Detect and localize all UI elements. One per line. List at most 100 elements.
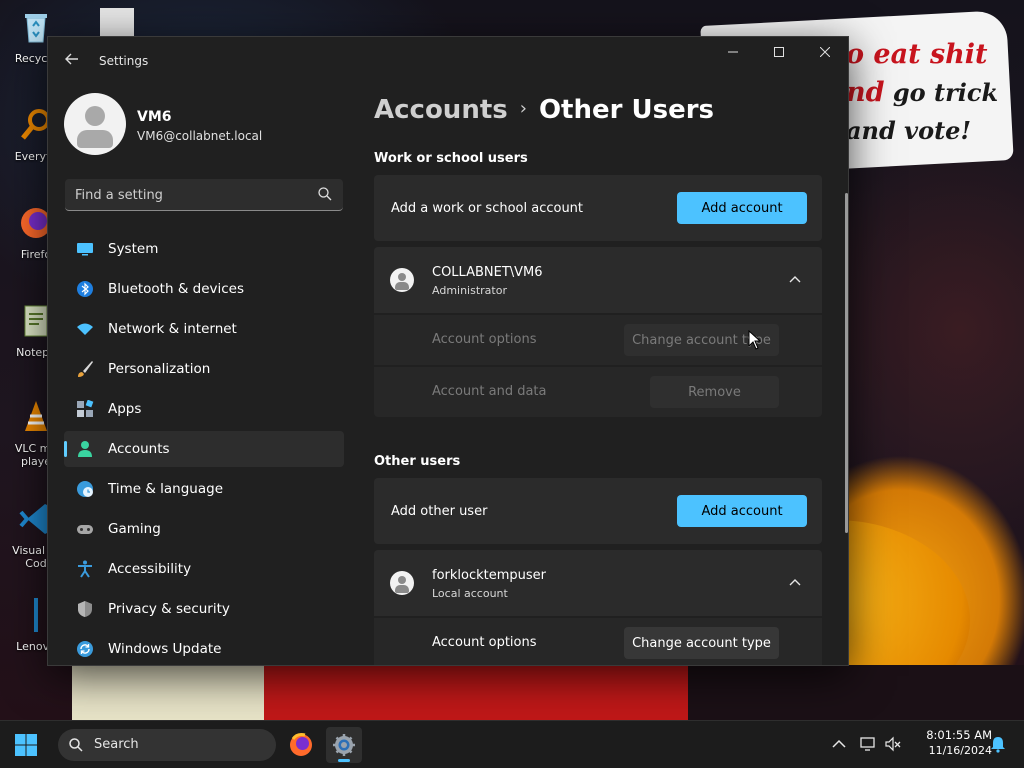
other-user-header[interactable]: forklocktempuser Local account <box>374 550 822 616</box>
add-other-user-card: Add other user Add account <box>374 478 822 544</box>
add-other-user-label: Add other user <box>391 504 488 519</box>
settings-window: Settings VM6 VM6@collabnet.local System … <box>47 36 849 666</box>
sidebar-item-label: Network & internet <box>108 321 237 337</box>
clock-time: 8:01:55 AM <box>926 728 992 742</box>
speaker-muted-icon[interactable] <box>884 735 902 753</box>
wallpaper-strip <box>264 665 688 720</box>
accessibility-icon <box>78 560 92 578</box>
title-bar[interactable]: Settings <box>48 37 848 85</box>
sidebar-item-label: Apps <box>108 401 142 417</box>
work-user-header[interactable]: COLLABNET\VM6 Administrator <box>374 247 822 313</box>
clock-date: 11/16/2024 <box>928 744 992 757</box>
page-title: Other Users <box>538 95 715 125</box>
wifi-icon <box>77 323 93 335</box>
breadcrumb: Accounts › Other Users <box>374 95 714 125</box>
sidebar-nav: System Bluetooth & devices Network & int… <box>64 231 344 665</box>
sidebar-item-accounts[interactable]: Accounts <box>64 431 344 467</box>
close-icon <box>819 46 831 58</box>
network-monitor-icon[interactable] <box>860 735 878 753</box>
minimize-icon <box>728 51 738 53</box>
sidebar-item-system[interactable]: System <box>64 231 344 267</box>
maximize-icon <box>774 47 784 57</box>
sidebar-item-label: Accounts <box>108 441 170 457</box>
add-work-account-label: Add a work or school account <box>391 201 584 216</box>
search-input[interactable] <box>75 185 305 205</box>
section-title-work-school: Work or school users <box>374 151 528 166</box>
taskbar-search[interactable]: Search <box>58 729 276 761</box>
wallpaper-note-text: o eat shit nd go trick and vote! <box>846 39 999 145</box>
sidebar-item-personalization[interactable]: Personalization <box>64 351 344 387</box>
taskbar: Search 8:01:55 AM 11/16/2024 <box>0 720 1024 768</box>
account-options-label: Account options <box>432 635 537 650</box>
wallpaper-strip <box>688 665 1024 720</box>
sidebar-item-label: Bluetooth & devices <box>108 281 245 297</box>
sidebar-item-label: Personalization <box>108 361 211 377</box>
sidebar-item-bluetooth[interactable]: Bluetooth & devices <box>64 271 344 307</box>
profile-name: VM6 <box>137 109 172 125</box>
maximize-button[interactable] <box>756 37 802 69</box>
work-user-account-data-row: Account and data Remove <box>374 367 822 417</box>
other-user-role: Local account <box>432 587 508 600</box>
gamepad-icon <box>77 525 93 534</box>
search-icon[interactable] <box>317 186 333 202</box>
arrow-left-icon <box>65 53 78 65</box>
add-work-account-button[interactable]: Add account <box>677 192 807 224</box>
sidebar-item-gaming[interactable]: Gaming <box>64 511 344 547</box>
back-button[interactable] <box>62 51 82 71</box>
shield-icon <box>78 601 92 617</box>
bluetooth-icon <box>77 281 93 297</box>
gear-icon <box>333 734 355 756</box>
taskbar-settings[interactable] <box>326 727 362 763</box>
notification-bell-icon[interactable] <box>989 735 1007 753</box>
windows-start-icon[interactable] <box>14 733 38 757</box>
breadcrumb-parent[interactable]: Accounts <box>374 95 508 125</box>
sidebar-item-privacy-security[interactable]: Privacy & security <box>64 591 344 627</box>
monitor-icon <box>77 243 93 256</box>
settings-search <box>65 179 343 211</box>
apps-icon <box>77 400 94 417</box>
work-user-name: COLLABNET\VM6 <box>432 265 543 280</box>
add-work-account-card: Add a work or school account Add account <box>374 175 822 241</box>
sidebar-item-windows-update[interactable]: Windows Update <box>64 631 344 665</box>
sidebar-item-label: Time & language <box>108 481 224 497</box>
sidebar-item-apps[interactable]: Apps <box>64 391 344 427</box>
work-user-role: Administrator <box>432 284 507 297</box>
account-data-label: Account and data <box>432 384 547 399</box>
taskbar-clock[interactable]: 8:01:55 AM 11/16/2024 <box>910 728 992 757</box>
sidebar-item-time-language[interactable]: Time & language <box>64 471 344 507</box>
desktop-file-icon[interactable] <box>100 8 134 38</box>
sidebar-item-network[interactable]: Network & internet <box>64 311 344 347</box>
minimize-button[interactable] <box>710 37 756 69</box>
profile-email: VM6@collabnet.local <box>137 129 263 143</box>
close-button[interactable] <box>802 37 848 69</box>
sync-icon <box>77 641 93 657</box>
person-icon <box>78 441 92 457</box>
remove-account-button[interactable]: Remove <box>650 376 779 408</box>
other-user-name: forklocktempuser <box>432 568 547 583</box>
taskbar-search-label: Search <box>94 737 139 752</box>
brush-icon <box>78 361 93 377</box>
section-title-other-users: Other users <box>374 454 461 469</box>
chevron-up-icon[interactable] <box>830 735 848 753</box>
add-other-user-button[interactable]: Add account <box>677 495 807 527</box>
sidebar-item-label: System <box>108 241 159 257</box>
avatar <box>390 571 414 595</box>
sidebar-item-accessibility[interactable]: Accessibility <box>64 551 344 587</box>
sidebar-item-label: Gaming <box>108 521 161 537</box>
avatar <box>64 93 126 155</box>
wallpaper-strip <box>72 665 264 720</box>
sidebar-item-label: Privacy & security <box>108 601 230 617</box>
sidebar-item-label: Windows Update <box>108 641 222 657</box>
scrollbar[interactable] <box>845 193 848 533</box>
app-title: Settings <box>99 54 149 68</box>
search-icon <box>69 738 83 752</box>
chevron-up-icon[interactable] <box>788 272 802 286</box>
globe-clock-icon <box>77 481 93 497</box>
main-content: Accounts › Other Users Work or school user… <box>374 85 824 665</box>
breadcrumb-separator: › <box>519 98 527 119</box>
taskbar-firefox[interactable] <box>283 727 319 763</box>
firefox-icon <box>290 733 312 756</box>
chevron-up-icon[interactable] <box>788 575 802 589</box>
account-options-label: Account options <box>432 332 537 347</box>
change-account-type-button[interactable]: Change account type <box>624 627 779 659</box>
